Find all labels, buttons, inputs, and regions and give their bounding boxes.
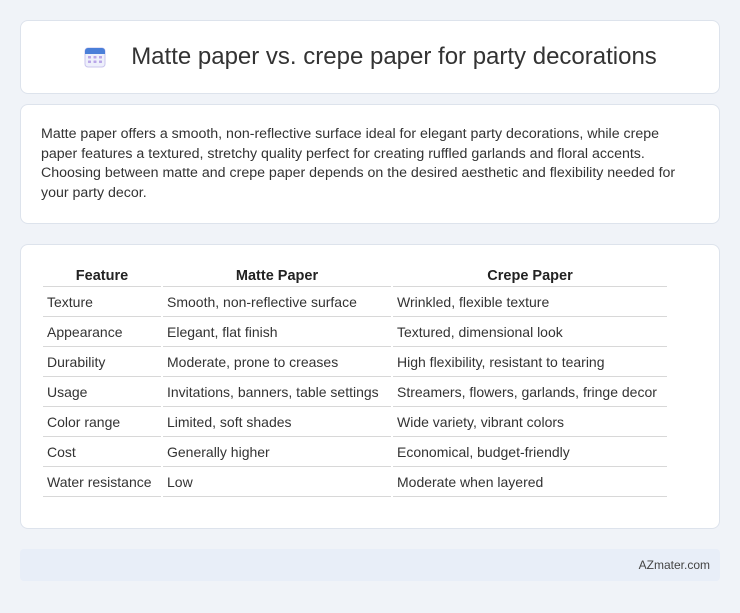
intro-card: Matte paper offers a smooth, non-reflect… (20, 104, 720, 224)
table-row: Appearance Elegant, flat finish Textured… (43, 317, 667, 347)
matte-cell: Elegant, flat finish (163, 317, 391, 347)
column-header-matte-paper: Matte Paper (163, 263, 391, 287)
feature-cell: Durability (43, 347, 161, 377)
crepe-cell: Moderate when layered (393, 467, 667, 497)
intro-paragraph: Matte paper offers a smooth, non-reflect… (41, 126, 676, 201)
comparison-table: Feature Matte Paper Crepe Paper Texture … (41, 263, 669, 497)
crepe-cell: High flexibility, resistant to tearing (393, 347, 667, 377)
matte-cell: Invitations, banners, table settings (163, 377, 391, 407)
title-card: Matte paper vs. crepe paper for party de… (20, 20, 720, 94)
matte-cell: Generally higher (163, 437, 391, 467)
matte-cell: Limited, soft shades (163, 407, 391, 437)
crepe-cell: Wrinkled, flexible texture (393, 287, 667, 317)
table-row: Cost Generally higher Economical, budget… (43, 437, 667, 467)
crepe-cell: Textured, dimensional look (393, 317, 667, 347)
matte-cell: Moderate, prone to creases (163, 347, 391, 377)
footer-brand: AZmater.com (638, 558, 710, 572)
matte-cell: Low (163, 467, 391, 497)
feature-cell: Appearance (43, 317, 161, 347)
table-row: Usage Invitations, banners, table settin… (43, 377, 667, 407)
feature-cell: Color range (43, 407, 161, 437)
table-row: Color range Limited, soft shades Wide va… (43, 407, 667, 437)
table-header-row: Feature Matte Paper Crepe Paper (43, 263, 667, 287)
table-row: Water resistance Low Moderate when layer… (43, 467, 667, 497)
footer-bar: AZmater.com (20, 549, 720, 581)
table-row: Durability Moderate, prone to creases Hi… (43, 347, 667, 377)
page-title: Matte paper vs. crepe paper for party de… (131, 43, 657, 70)
feature-cell: Cost (43, 437, 161, 467)
feature-cell: Usage (43, 377, 161, 407)
feature-cell: Texture (43, 287, 161, 317)
feature-cell: Water resistance (43, 467, 161, 497)
comparison-card: Feature Matte Paper Crepe Paper Texture … (20, 244, 720, 529)
table-row: Texture Smooth, non-reflective surface W… (43, 287, 667, 317)
matte-cell: Smooth, non-reflective surface (163, 287, 391, 317)
crepe-cell: Streamers, flowers, garlands, fringe dec… (393, 377, 667, 407)
crepe-cell: Economical, budget-friendly (393, 437, 667, 467)
column-header-feature: Feature (43, 263, 161, 287)
calendar-icon (84, 47, 106, 68)
crepe-cell: Wide variety, vibrant colors (393, 407, 667, 437)
column-header-crepe-paper: Crepe Paper (393, 263, 667, 287)
